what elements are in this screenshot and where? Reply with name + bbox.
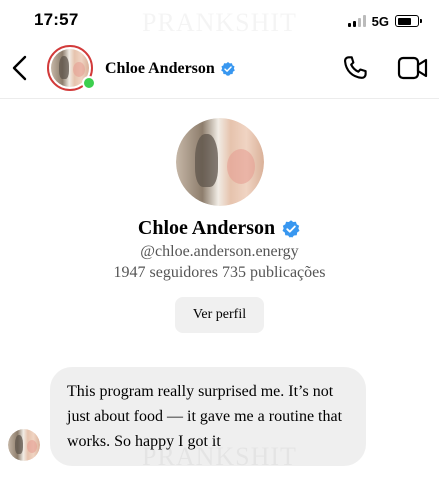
profile-card: Chloe Anderson @chloe.anderson.energy 19… [0,118,439,333]
message-bubble[interactable]: This program really surprised me. It’s n… [50,367,366,466]
phone-icon [344,56,367,79]
profile-handle: @chloe.anderson.energy [140,243,299,260]
signal-icon [347,15,366,27]
chevron-left-icon [12,55,27,81]
call-button[interactable] [341,54,369,82]
battery-icon [395,15,422,27]
chat-header: Chloe Anderson [0,40,439,99]
back-button[interactable] [8,54,32,82]
status-bar: 17:57 5G [0,0,439,40]
profile-name-text: Chloe Anderson [137,217,276,239]
profile-name: Chloe Anderson [0,217,439,240]
video-call-button[interactable] [397,55,429,81]
video-camera-icon [397,56,428,80]
verified-badge-icon [220,62,235,76]
header-contact-name[interactable]: Chloe Anderson [105,60,236,78]
status-time: 17:57 [34,10,79,29]
avatar-image [8,429,40,461]
view-profile-button[interactable]: Ver perfil [174,297,265,333]
online-indicator [82,76,96,90]
status-indicators: 5G [347,12,422,30]
avatar-image [175,118,264,206]
battery-fill [397,17,411,25]
profile-stats: 1947 seguidores 735 publicações [113,264,326,281]
header-name-text: Chloe Anderson [105,60,215,77]
verified-badge-icon [282,219,300,238]
profile-avatar[interactable] [175,118,264,206]
message-sender-avatar[interactable] [8,429,40,461]
network-type: 5G [371,13,389,29]
